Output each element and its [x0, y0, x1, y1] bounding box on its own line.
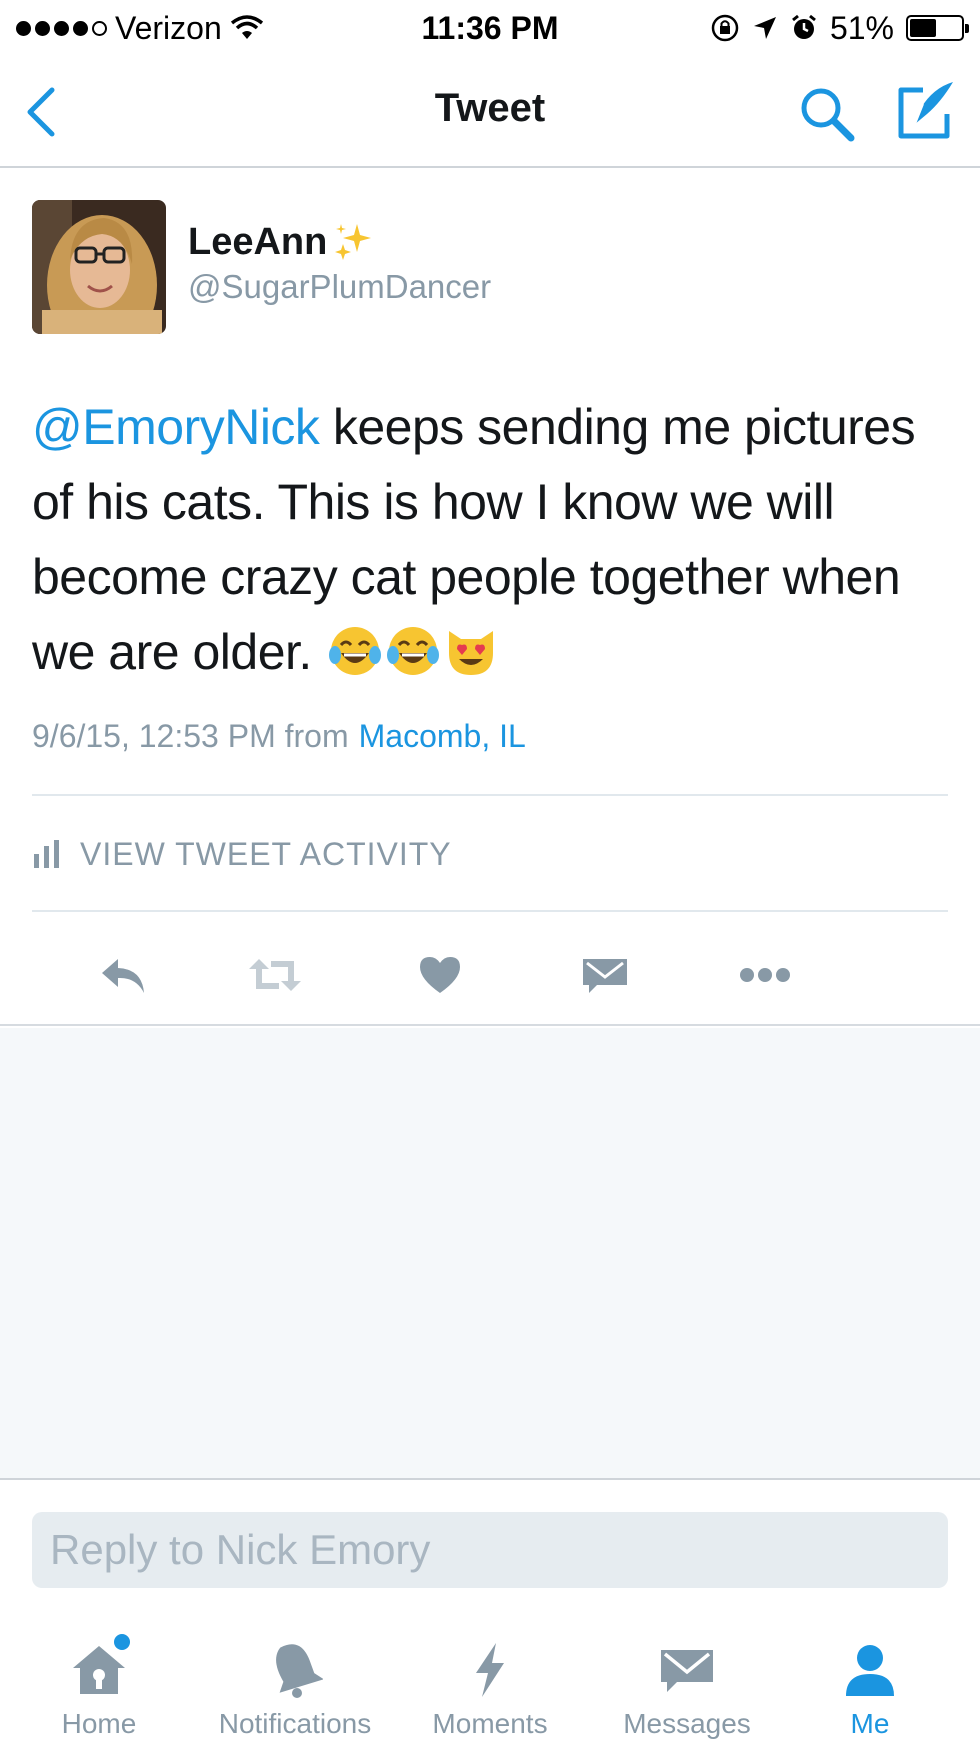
- wifi-icon: [230, 15, 263, 39]
- tears-of-joy-emoji-icon: [387, 627, 440, 675]
- avatar[interactable]: [32, 200, 166, 334]
- view-tweet-activity-button[interactable]: VIEW TWEET ACTIVITY: [32, 836, 452, 873]
- tab-bar: Home Notifications Moments Messages Me: [0, 1602, 980, 1743]
- battery-level: [910, 19, 936, 37]
- signal-strength-icon: [16, 20, 107, 36]
- navigation-bar: Tweet: [0, 56, 980, 168]
- battery-icon: [906, 15, 969, 41]
- location-arrow-icon: [753, 17, 776, 39]
- tab-moments[interactable]: Moments: [420, 1602, 560, 1743]
- compose-tweet-icon[interactable]: [893, 78, 959, 144]
- tweet-actions: [0, 940, 980, 1010]
- alarm-icon: [792, 14, 816, 39]
- reply-input[interactable]: [32, 1512, 948, 1588]
- reply-icon: [102, 959, 144, 993]
- notification-dot: [114, 1634, 130, 1650]
- tab-messages[interactable]: Messages: [612, 1602, 762, 1743]
- status-bar: Verizon 11:36 PM 51%: [0, 0, 980, 56]
- divider: [32, 910, 948, 912]
- direct-message-button[interactable]: [570, 940, 640, 1010]
- tab-label: Notifications: [218, 1708, 372, 1739]
- tab-home[interactable]: Home: [44, 1602, 154, 1743]
- author-handle[interactable]: @SugarPlumDancer: [188, 268, 491, 306]
- heart-icon: [420, 957, 460, 993]
- tweet-timestamp: 9/6/15, 12:53 PM from Macomb, IL: [32, 718, 526, 755]
- location-link[interactable]: Macomb, IL: [359, 718, 526, 754]
- timestamp-text: 9/6/15, 12:53 PM from: [32, 718, 349, 754]
- bar-chart-icon: [34, 839, 59, 868]
- tab-label: Home: [61, 1708, 137, 1739]
- mention-link[interactable]: @EmoryNick: [32, 399, 320, 455]
- status-right: 51%: [710, 9, 969, 47]
- tears-of-joy-emoji-icon: [329, 627, 382, 675]
- retweet-button[interactable]: [240, 940, 310, 1010]
- more-options-button[interactable]: [730, 940, 800, 1010]
- carrier-label: Verizon: [115, 9, 222, 46]
- sparkles-icon: [335, 224, 372, 260]
- tab-label: Moments: [432, 1708, 548, 1739]
- tab-label: Me: [850, 1708, 890, 1739]
- tab-label: Messages: [623, 1708, 751, 1739]
- author-name-text: LeeAnn: [188, 220, 328, 263]
- envelope-icon: [583, 959, 627, 993]
- tweet-body: @EmoryNick keeps sending me pictures of …: [32, 390, 952, 690]
- battery-percent: 51%: [829, 9, 894, 46]
- rotation-lock-icon: [711, 14, 739, 42]
- person-icon: [837, 1640, 903, 1700]
- search-icon[interactable]: [797, 84, 857, 144]
- tweet-detail: LeeAnn @SugarPlumDancer @EmoryNick keeps…: [0, 170, 980, 1026]
- like-button[interactable]: [405, 940, 475, 1010]
- reply-button[interactable]: [88, 940, 158, 1010]
- status-left: Verizon: [16, 10, 376, 47]
- bell-icon: [262, 1640, 328, 1700]
- author-name[interactable]: LeeAnn: [188, 220, 375, 264]
- replies-area: [0, 1028, 980, 1480]
- activity-label: VIEW TWEET ACTIVITY: [80, 836, 452, 872]
- divider: [32, 794, 948, 796]
- lightning-icon: [457, 1640, 523, 1700]
- tab-me[interactable]: Me: [820, 1602, 920, 1743]
- reply-bar: [0, 1482, 980, 1602]
- tab-notifications[interactable]: Notifications: [200, 1602, 390, 1743]
- home-icon: [66, 1634, 132, 1700]
- retweet-icon: [249, 959, 301, 991]
- envelope-icon: [654, 1640, 720, 1700]
- more-dots-icon: [740, 968, 790, 982]
- heart-eyes-cat-emoji-icon: [449, 631, 494, 675]
